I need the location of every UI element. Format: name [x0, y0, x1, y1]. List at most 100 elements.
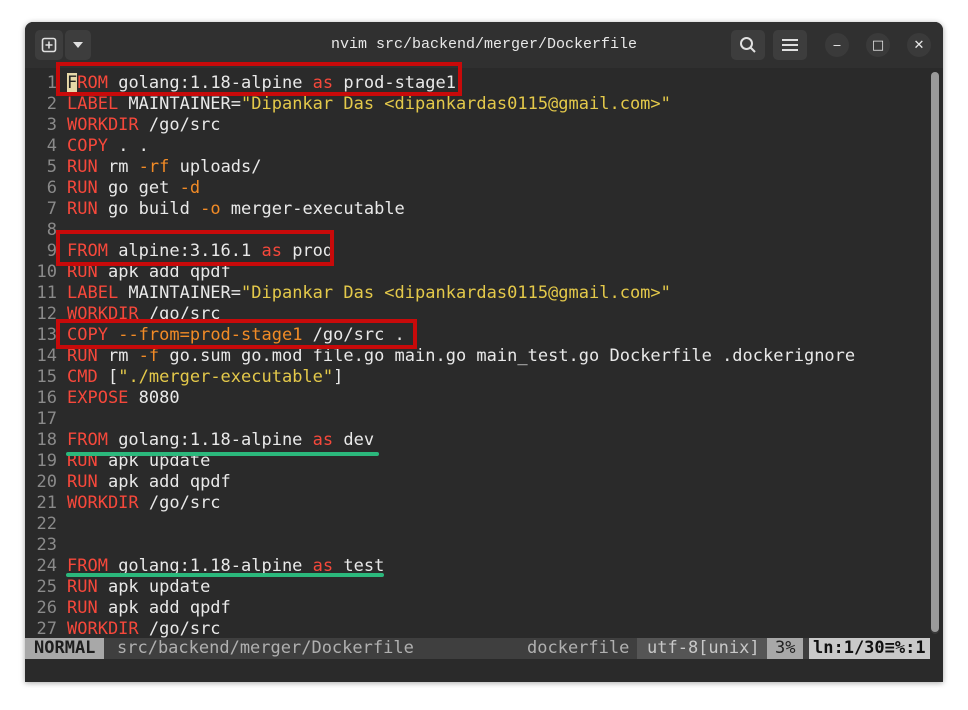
code-token: dev	[333, 430, 375, 450]
code-text: RUN go get -d	[67, 178, 200, 199]
highlight-box-copy-from	[56, 319, 417, 349]
code-token: uploads/	[169, 157, 262, 177]
code-token: RUN	[67, 577, 98, 597]
code-line[interactable]: 25 RUN apk update	[25, 577, 929, 598]
code-line[interactable]: 2 LABEL MAINTAINER="Dipankar Das <dipanka…	[25, 94, 929, 115]
line-number: 9	[46, 241, 57, 261]
code-line[interactable]: 20 RUN apk add qpdf	[25, 472, 929, 493]
code-line[interactable]: 27 WORKDIR /go/src	[25, 619, 929, 640]
line-number: 25	[36, 577, 57, 597]
line-number: 12	[36, 304, 57, 324]
line-number: 2	[46, 94, 57, 114]
code-token: apk add qpdf	[97, 598, 231, 618]
code-text: WORKDIR /go/src	[67, 493, 221, 514]
code-token: "./merger-executable"	[118, 367, 334, 387]
close-icon: ✕	[913, 37, 925, 53]
code-text: COPY . .	[67, 136, 149, 157]
code-token: go build	[97, 199, 201, 219]
code-text: RUN apk update	[67, 577, 210, 598]
line-number: 1	[46, 73, 57, 93]
code-line[interactable]: 26 RUN apk add qpdf	[25, 598, 929, 619]
code-text: WORKDIR /go/src	[67, 115, 221, 136]
code-line[interactable]: 3 WORKDIR /go/src	[25, 115, 929, 136]
hamburger-icon	[782, 39, 798, 51]
line-number: 23	[36, 535, 57, 555]
code-token: RUN	[67, 199, 98, 219]
code-line[interactable]: 23	[25, 535, 929, 556]
code-token: "Dipankar Das <dipankardas0115@gmail.com…	[241, 283, 671, 303]
minimize-button[interactable]: ‒	[825, 33, 849, 57]
code-token: COPY	[67, 136, 108, 156]
code-token: go.sum go.mod file.go main.go main_test.…	[159, 346, 856, 366]
code-line[interactable]: 4 COPY . .	[25, 136, 929, 157]
code-token: RUN	[67, 178, 98, 198]
code-line[interactable]: 16 EXPOSE 8080	[25, 388, 929, 409]
line-number: 19	[36, 451, 57, 471]
code-line[interactable]: 14 RUN rm -f go.sum go.mod file.go main.g…	[25, 346, 929, 367]
scrollbar-thumb[interactable]	[931, 72, 939, 632]
code-token: -f	[138, 346, 160, 366]
code-text: WORKDIR /go/src	[67, 619, 221, 640]
status-filepath: src/backend/merger/Dockerfile	[117, 638, 414, 658]
code-line[interactable]: 7 RUN go build -o merger-executable	[25, 199, 929, 220]
status-encoding: utf-8[unix]	[637, 638, 770, 659]
terminal-window: nvim src/backend/merger/Dockerfile ‒ □ ✕…	[25, 22, 943, 682]
underline-dev-stage	[66, 452, 379, 456]
code-token: WORKDIR	[67, 619, 139, 639]
code-token: /go/src	[138, 619, 221, 639]
line-number: 8	[46, 220, 57, 240]
code-token: -o	[200, 199, 221, 219]
code-token: "Dipankar Das <dipankardas0115@gmail.com…	[241, 94, 671, 114]
code-token: LABEL	[67, 94, 119, 114]
code-token: RUN	[67, 598, 98, 618]
code-line[interactable]: 17	[25, 409, 929, 430]
code-text: CMD ["./merger-executable"]	[67, 367, 343, 388]
search-icon	[740, 37, 756, 53]
main-menu-button[interactable]	[773, 30, 807, 60]
underline-test-stage	[66, 573, 384, 577]
mode-indicator: NORMAL	[25, 638, 105, 659]
line-number: 4	[46, 136, 57, 156]
status-filetype: dockerfile	[527, 638, 630, 658]
line-number: 17	[36, 409, 57, 429]
code-text: LABEL MAINTAINER="Dipankar Das <dipankar…	[67, 94, 671, 115]
line-number: 21	[36, 493, 57, 513]
line-number: 22	[36, 514, 57, 534]
code-token: apk update	[97, 577, 211, 597]
code-text: RUN rm -rf uploads/	[67, 157, 262, 178]
code-token: rm	[97, 346, 139, 366]
close-button[interactable]: ✕	[907, 33, 931, 57]
code-token: golang:1.18-alpine	[107, 430, 313, 450]
code-text: RUN apk add qpdf	[67, 472, 231, 493]
code-line[interactable]: 5 RUN rm -rf uploads/	[25, 157, 929, 178]
code-token: MAINTAINER=	[118, 283, 242, 303]
line-number: 26	[36, 598, 57, 618]
search-button[interactable]	[731, 30, 765, 60]
editor-buffer[interactable]: 1 FROM golang:1.18-alpine as prod-stage1 2…	[25, 68, 929, 640]
code-token: apk add qpdf	[97, 472, 231, 492]
code-line[interactable]: 21 WORKDIR /go/src	[25, 493, 929, 514]
code-token: 8080	[128, 388, 180, 408]
line-number: 18	[36, 430, 57, 450]
highlight-box-prod-stage1	[56, 62, 462, 96]
code-token: MAINTAINER=	[118, 94, 242, 114]
code-text: EXPOSE 8080	[67, 388, 180, 409]
code-token: EXPOSE	[67, 388, 129, 408]
code-token: /go/src	[138, 493, 221, 513]
line-number: 10	[36, 262, 57, 282]
code-token: go get	[97, 178, 180, 198]
code-line[interactable]: 15 CMD ["./merger-executable"]	[25, 367, 929, 388]
code-text: FROM golang:1.18-alpine as dev	[67, 430, 374, 451]
code-token: /go/src	[138, 115, 221, 135]
code-token: [	[97, 367, 119, 387]
line-number: 3	[46, 115, 57, 135]
code-token: . .	[107, 136, 149, 156]
code-line[interactable]: 18 FROM golang:1.18-alpine as dev	[25, 430, 929, 451]
code-token: -d	[179, 178, 201, 198]
maximize-button[interactable]: □	[866, 33, 890, 57]
scrollbar[interactable]	[931, 72, 939, 634]
code-token: RUN	[67, 157, 98, 177]
code-line[interactable]: 11 LABEL MAINTAINER="Dipankar Das <dipank…	[25, 283, 929, 304]
code-line[interactable]: 6 RUN go get -d	[25, 178, 929, 199]
code-line[interactable]: 22	[25, 514, 929, 535]
